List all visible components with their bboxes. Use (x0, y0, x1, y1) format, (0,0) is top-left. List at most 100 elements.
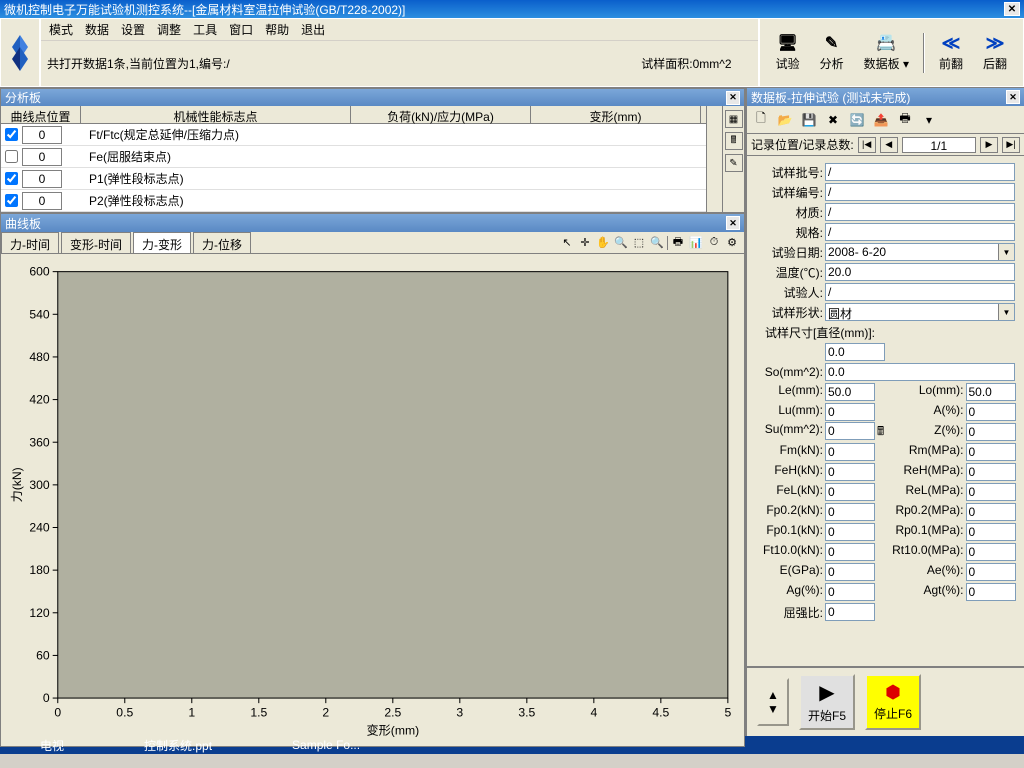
analysis-num[interactable]: 0 (22, 170, 62, 188)
save-icon[interactable]: 💾 (799, 110, 819, 130)
field-input[interactable]: 0 (825, 443, 875, 461)
calc-icon[interactable]: 🖩 (877, 422, 884, 443)
field-input[interactable]: 0 (966, 463, 1016, 481)
analysis-num[interactable]: 0 (22, 192, 62, 210)
field-input[interactable]: 0 (966, 543, 1016, 561)
dropdown-icon[interactable]: ▾ (919, 110, 939, 130)
field-label: 规格: (751, 224, 825, 241)
analysis-row: 0 Ft/Ftc(规定总延伸/压缩力点) (1, 124, 706, 146)
menu-数据[interactable]: 数据 (81, 19, 113, 40)
clock-icon[interactable]: ⏱ (706, 235, 722, 251)
field-input[interactable]: 0 (966, 583, 1016, 601)
menu-窗口[interactable]: 窗口 (225, 19, 257, 40)
field-input[interactable]: 0 (966, 563, 1016, 581)
close-button[interactable]: ✕ (1004, 2, 1020, 16)
analysis-checkbox[interactable] (5, 128, 18, 141)
field-input[interactable]: 0.0 (825, 343, 885, 361)
open-icon[interactable]: 📂 (775, 110, 795, 130)
print-icon[interactable]: 🖶 (670, 235, 686, 251)
toolbar-试验[interactable]: 🖥试验 (770, 29, 806, 76)
field-input[interactable]: 0 (825, 503, 875, 521)
chart-icon[interactable]: 📊 (688, 235, 704, 251)
field-input[interactable]: 0 (825, 463, 875, 481)
field-input[interactable]: 20.0 (825, 263, 1015, 281)
analysis-header: 分析板 ✕ (1, 89, 744, 106)
curve-tab-2[interactable]: 力-变形 (133, 232, 191, 253)
field-input[interactable]: 0 (825, 523, 875, 541)
menu-调整[interactable]: 调整 (153, 19, 185, 40)
field-input[interactable]: 50.0 (825, 383, 875, 401)
hand-icon[interactable]: ✋ (595, 235, 611, 251)
field-input[interactable]: 0 (825, 603, 875, 621)
print2-icon[interactable]: 🖶 (895, 110, 915, 130)
field-input[interactable]: 0 (966, 503, 1016, 521)
export-icon[interactable]: 📤 (871, 110, 891, 130)
menu-退出[interactable]: 退出 (297, 19, 329, 40)
analysis-point-label: Ft/Ftc(规定总延伸/压缩力点) (81, 126, 706, 143)
curve-tab-3[interactable]: 力-位移 (193, 232, 251, 253)
svg-text:420: 420 (29, 393, 50, 407)
field-input[interactable]: 0 (825, 543, 875, 561)
curve-close-icon[interactable]: ✕ (726, 216, 740, 230)
toolbar-数据板[interactable]: 📇数据板 ▾ (858, 29, 915, 76)
analysis-checkbox[interactable] (5, 194, 18, 207)
delete-icon[interactable]: ✖ (823, 110, 843, 130)
field-input[interactable]: / (825, 283, 1015, 301)
field-input[interactable]: 0 (966, 423, 1016, 441)
analysis-checkbox[interactable] (5, 172, 18, 185)
menu-帮助[interactable]: 帮助 (261, 19, 293, 40)
field-input[interactable]: / (825, 223, 1015, 241)
curve-tab-0[interactable]: 力-时间 (1, 232, 59, 253)
analysis-grid-icon[interactable]: ▦ (725, 110, 743, 128)
field-input[interactable]: 0 (966, 483, 1016, 501)
analysis-num[interactable]: 0 (22, 126, 62, 144)
field-input[interactable]: 0 (966, 523, 1016, 541)
start-button[interactable]: ▶ 开始F5 (799, 674, 855, 730)
field-input[interactable]: 0 (825, 403, 875, 421)
analysis-point-label: P1(弹性段标志点) (81, 170, 706, 187)
field-input[interactable]: 0 (966, 403, 1016, 421)
cursor-icon[interactable]: ↖ (559, 235, 575, 251)
field-input[interactable]: 0 (825, 563, 875, 581)
stop-button[interactable]: ⬢ 停止F6 (865, 674, 921, 730)
analysis-close-icon[interactable]: ✕ (726, 91, 740, 105)
toolbar-后翻[interactable]: ≫后翻 (977, 29, 1013, 76)
data-close-icon[interactable]: ✕ (1006, 90, 1020, 104)
field-input[interactable]: 0 (966, 443, 1016, 461)
field-input[interactable]: 0 (825, 483, 875, 501)
zoom-out-icon[interactable]: 🔍 (649, 235, 665, 251)
nav-first-button[interactable]: |◀ (858, 137, 876, 153)
analysis-scrollbar[interactable] (706, 106, 722, 212)
field-input[interactable]: 0 (825, 583, 875, 601)
nav-prev-button[interactable]: ◀ (880, 137, 898, 153)
chevron-down-icon: ▼ (998, 244, 1014, 260)
field-input[interactable]: 50.0 (966, 383, 1016, 401)
menu-设置[interactable]: 设置 (117, 19, 149, 40)
field-input[interactable]: 0 (825, 422, 875, 440)
nav-next-button[interactable]: ▶ (980, 137, 998, 153)
svg-text:480: 480 (29, 350, 50, 364)
date-dropdown[interactable]: 2008- 6-20▼ (825, 243, 1015, 261)
updown-button[interactable]: ▲ ▼ (757, 678, 789, 726)
field-input[interactable]: 0.0 (825, 363, 1015, 381)
field-input[interactable]: / (825, 183, 1015, 201)
nav-last-button[interactable]: ▶| (1002, 137, 1020, 153)
menu-工具[interactable]: 工具 (189, 19, 221, 40)
shape-dropdown[interactable]: 圆材▼ (825, 303, 1015, 321)
new-icon[interactable]: 🗋 (751, 110, 771, 130)
field-input[interactable]: / (825, 203, 1015, 221)
analysis-num[interactable]: 0 (22, 148, 62, 166)
analysis-checkbox[interactable] (5, 150, 18, 163)
zoom-area-icon[interactable]: ⬚ (631, 235, 647, 251)
toolbar-前翻[interactable]: ≪前翻 (933, 29, 969, 76)
analysis-calc-icon[interactable]: 🖩 (725, 132, 743, 150)
zoom-in-icon[interactable]: 🔍 (613, 235, 629, 251)
menu-模式[interactable]: 模式 (45, 19, 77, 40)
curve-tab-1[interactable]: 变形-时间 (61, 232, 131, 253)
toolbar-分析[interactable]: ✎分析 (814, 29, 850, 76)
field-input[interactable]: / (825, 163, 1015, 181)
refresh-icon[interactable]: 🔄 (847, 110, 867, 130)
crosshair-icon[interactable]: ✛ (577, 235, 593, 251)
settings-icon[interactable]: ⚙ (724, 235, 740, 251)
analysis-edit-icon[interactable]: ✎ (725, 154, 743, 172)
